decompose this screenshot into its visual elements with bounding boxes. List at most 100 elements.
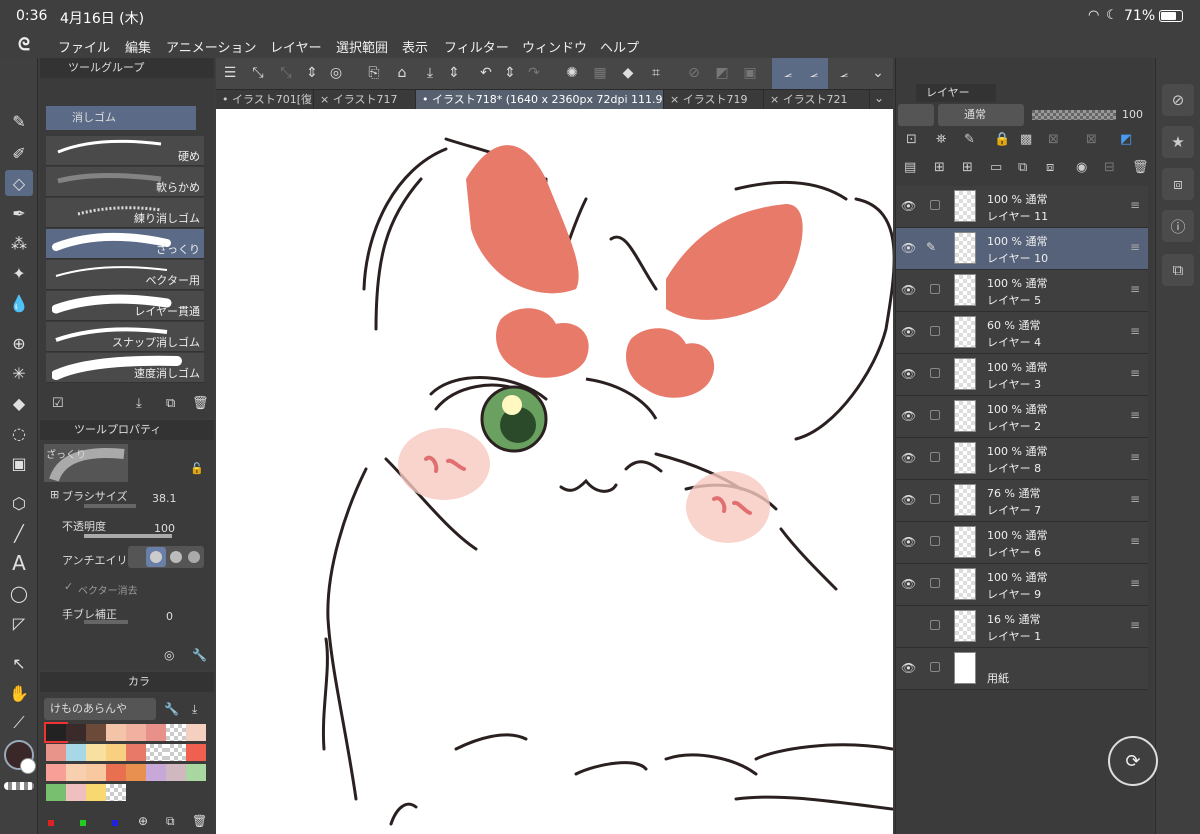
color-swatch[interactable] (146, 744, 166, 761)
brush-speed[interactable]: 速度消しゴム (46, 353, 204, 383)
color-swatch[interactable] (46, 764, 66, 781)
layer-row[interactable]: 👁 ✎ 100 % 通常 レイヤー 10 ≡ (896, 228, 1148, 270)
invert-selection-icon[interactable]: ◩ (710, 61, 734, 85)
canvas-size-icon[interactable]: ⤡ (246, 61, 270, 85)
clip-icon[interactable]: ⊡ (906, 132, 917, 147)
tab-illust717[interactable]: × イラスト717 (314, 90, 416, 109)
brush-penetrate[interactable]: レイヤー貫通 (46, 291, 204, 321)
balloon-icon[interactable]: ◯ (5, 580, 33, 606)
updown-icon[interactable]: ⇕ (442, 61, 466, 85)
import-icon[interactable]: ⤓ (136, 396, 142, 411)
brush-soft[interactable]: 軟らかめ (46, 167, 204, 197)
color-swatch[interactable] (86, 744, 106, 761)
drag-handle-icon[interactable]: ≡ (1130, 282, 1140, 296)
color-swatch[interactable] (186, 724, 206, 741)
brush-rough[interactable]: ざっくり (46, 229, 204, 259)
new-vector-icon[interactable]: ⊞ (962, 160, 973, 175)
drag-handle-icon[interactable]: ≡ (1130, 198, 1140, 212)
layer-row[interactable]: 👁 76 % 通常 レイヤー 7 ≡ (896, 480, 1148, 522)
tab-illust701[interactable]: • イラスト701[復 (216, 90, 314, 109)
color-swatch[interactable] (106, 724, 126, 741)
menu-file[interactable]: ファイル (58, 37, 110, 56)
menu-window[interactable]: ウィンドウ (522, 37, 587, 56)
frame-icon[interactable]: ◸ (5, 610, 33, 636)
menu-view[interactable]: 表示 (402, 37, 428, 56)
layers-icon[interactable]: ⧉ (1162, 254, 1194, 286)
apply-mask-icon[interactable]: ⊟ (1104, 160, 1115, 175)
color-swatch[interactable] (44, 722, 68, 743)
device-switch-icon[interactable]: ⟳ (1108, 736, 1158, 786)
tab-illust718[interactable]: • イラスト718* (1640 x 2360px 72dpi 111.9%) (416, 90, 664, 109)
layer-checkbox[interactable] (930, 200, 940, 210)
brush-snap[interactable]: スナップ消しゴム (46, 322, 204, 352)
eye-icon[interactable]: 👁 (901, 577, 916, 591)
color-swatch[interactable] (86, 724, 106, 741)
drag-handle-icon[interactable]: ≡ (1130, 492, 1140, 506)
move-icon[interactable]: ↖ (5, 650, 33, 676)
layer-row[interactable]: 👁 100 % 通常 レイヤー 2 ≡ (896, 396, 1148, 438)
menu-filter[interactable]: フィルター (444, 37, 509, 56)
updown-icon[interactable]: ⇕ (300, 61, 324, 85)
eye-icon[interactable]: 👁 (901, 367, 916, 381)
menu-layer[interactable]: レイヤー (270, 37, 322, 56)
hamburger-icon[interactable]: ☰ (218, 61, 242, 85)
color-swatch[interactable] (126, 724, 146, 741)
menu-selection[interactable]: 選択範囲 (336, 37, 388, 56)
eyedropper-icon[interactable]: ⟋ (5, 710, 33, 736)
lock-icon[interactable]: 🔓 (190, 462, 204, 475)
blend-icon[interactable]: 💧 (5, 290, 33, 316)
brush-icon[interactable]: ✒ (5, 200, 33, 226)
color-swatch[interactable] (46, 744, 66, 761)
gradient-icon[interactable]: ▣ (5, 450, 33, 476)
duplicate-icon[interactable]: ⧉ (166, 396, 175, 411)
eye-icon[interactable]: 👁 (901, 535, 916, 549)
add-color-icon[interactable]: ⧉ (166, 814, 175, 829)
menu-help[interactable]: ヘルプ (600, 37, 639, 56)
layer-opacity-slider[interactable] (1032, 110, 1116, 120)
mask-show-icon[interactable]: ⊠ (1086, 132, 1097, 147)
color-swatch[interactable] (66, 724, 86, 741)
eye-icon[interactable]: 👁 (901, 409, 916, 423)
layer-row[interactable]: 👁 100 % 通常 レイヤー 6 ≡ (896, 522, 1148, 564)
layer-row[interactable]: 16 % 通常 レイヤー 1 ≡ (896, 606, 1148, 648)
pencil-icon[interactable]: ✐ (5, 140, 33, 166)
brush-kneaded[interactable]: 練り消しゴム (46, 198, 204, 228)
merge-icon[interactable]: ⧉ (1018, 160, 1027, 175)
layer-checkbox[interactable] (930, 452, 940, 462)
airbrush-icon[interactable]: ⁂ (5, 230, 33, 256)
menu-animation[interactable]: アニメーション (166, 37, 256, 56)
layer-row[interactable]: 👁 100 % 通常 レイヤー 11 ≡ (896, 186, 1148, 228)
lock-alpha-icon[interactable]: ▩ (1020, 132, 1032, 147)
loading-icon[interactable]: ✺ (560, 61, 584, 85)
lock-icon[interactable]: 🔒 (994, 132, 1010, 147)
figure-icon[interactable]: ⊕ (5, 330, 33, 356)
layer-checkbox[interactable] (930, 662, 940, 672)
quick-access-icon[interactable]: ⤡ (274, 61, 298, 85)
transparent-color-icon[interactable] (4, 782, 34, 790)
trash-icon[interactable]: 🗑 (1132, 160, 1149, 175)
layer-row[interactable]: 👁 用紙 (896, 648, 1148, 690)
hand-icon[interactable]: ✋ (5, 680, 33, 706)
color-swatch[interactable] (186, 764, 206, 781)
brush-vector[interactable]: ベクター用 (46, 260, 204, 290)
sub-color-swatch[interactable] (20, 758, 36, 774)
object-icon[interactable]: ⬡ (5, 490, 33, 516)
wrench-icon[interactable]: 🔧 (192, 648, 207, 662)
eye-icon[interactable]: 👁 (901, 661, 916, 675)
color-swatch[interactable] (126, 764, 146, 781)
eye-icon[interactable]: 👁 (901, 283, 916, 297)
drag-handle-icon[interactable]: ≡ (1130, 450, 1140, 464)
drag-handle-icon[interactable]: ≡ (1130, 324, 1140, 338)
wrench-icon[interactable]: 🔧 (164, 702, 179, 716)
export-icon[interactable]: ⤓ (192, 702, 197, 717)
stabilizer-value[interactable]: 0 (166, 610, 173, 623)
mask-add-icon[interactable]: ◉ (1076, 160, 1087, 175)
decoration-icon[interactable]: ✦ (5, 260, 33, 286)
layer-row[interactable]: 👁 100 % 通常 レイヤー 3 ≡ (896, 354, 1148, 396)
snap-ruler-icon[interactable]: ⦟ (776, 61, 800, 85)
text-icon[interactable]: A (5, 550, 33, 576)
reference-icon[interactable]: ⛯ (936, 132, 946, 147)
fill-icon[interactable]: ◆ (616, 61, 640, 85)
app-logo-icon[interactable]: ᘓ (18, 35, 30, 55)
trash-icon[interactable]: 🗑 (192, 814, 207, 828)
